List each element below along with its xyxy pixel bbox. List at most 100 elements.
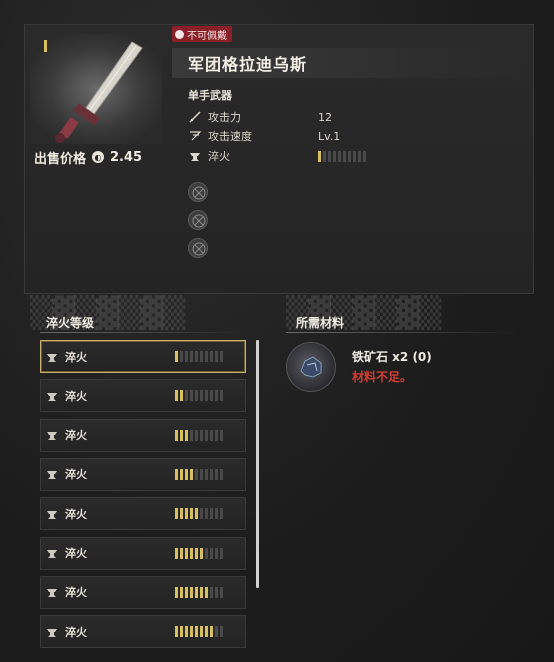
temper-pip [200, 508, 203, 520]
temper-level-bar [175, 468, 223, 480]
temper-row-label: 淬火 [65, 507, 87, 521]
temper-pip [185, 547, 188, 559]
temper-pip [195, 390, 198, 402]
temper-pip [195, 351, 198, 362]
temper-pip [333, 150, 336, 162]
temper-pip [185, 626, 188, 638]
temper-pip [215, 351, 218, 362]
material-name: 铁矿石 x2 (0) [352, 350, 432, 364]
temper-pip [215, 508, 218, 520]
empty-slot-icon[interactable] [188, 182, 208, 202]
warning-icon [175, 29, 184, 39]
temper-pip [185, 468, 188, 480]
temper-pip [215, 626, 218, 638]
temper-pip [318, 150, 321, 162]
temper-pip [190, 429, 193, 441]
temper-pip [175, 586, 178, 598]
sell-price: 出售价格 ◐ 2.45 [24, 144, 176, 170]
temper-pip [353, 150, 356, 162]
temper-pip [185, 586, 188, 598]
temper-pip [180, 390, 183, 402]
temper-pip [215, 468, 218, 480]
temper-pip [185, 390, 188, 402]
anvil-icon [47, 471, 57, 480]
temper-pip [200, 429, 203, 441]
temper-pip [180, 547, 183, 559]
temper-pip [200, 468, 203, 480]
temper-pip [190, 351, 193, 362]
temper-pip [175, 351, 178, 362]
sell-price-value: 2.45 [110, 149, 143, 165]
temper-pip [220, 586, 223, 598]
anvil-icon [47, 628, 57, 637]
temper-level-row[interactable]: 淬火 [40, 457, 246, 491]
temper-pip [343, 150, 346, 162]
temper-pip [363, 150, 366, 162]
temper-pip [190, 586, 193, 598]
scrollbar[interactable] [256, 340, 259, 588]
temper-pip [328, 150, 331, 162]
temper-pip [190, 468, 193, 480]
temper-pip [190, 547, 193, 559]
temper-level-bar [175, 626, 223, 638]
temper-level-row[interactable]: 淬火 [40, 615, 246, 649]
temper-pip [210, 468, 213, 480]
temper-pip [323, 150, 326, 162]
empty-slot-icon[interactable] [188, 210, 208, 230]
temper-pip [220, 508, 223, 520]
temper-pip [180, 626, 183, 638]
temper-level-row[interactable]: 淬火 [40, 340, 246, 373]
temper-level-bar [175, 547, 223, 559]
temper-pip [175, 429, 178, 441]
temper-level-row[interactable]: 淬火 [40, 536, 246, 570]
temper-level-row[interactable]: 淬火 [40, 497, 246, 531]
temper-pip [195, 468, 198, 480]
temper-pip [200, 547, 203, 559]
temper-pip [220, 626, 223, 638]
temper-row-label: 淬火 [65, 586, 87, 600]
temper-level-row[interactable]: 淬火 [40, 379, 246, 413]
temper-pip [200, 351, 203, 362]
temper-pip [205, 429, 208, 441]
temper-pip [205, 390, 208, 402]
temper-pip [205, 508, 208, 520]
temper-row-label: 淬火 [65, 468, 87, 482]
temper-pip [215, 547, 218, 559]
anvil-icon [47, 589, 57, 598]
temper-level-row[interactable]: 淬火 [40, 418, 246, 452]
temper-pip [195, 429, 198, 441]
anvil-icon [47, 353, 57, 362]
badge-label: 不可佩戴 [187, 30, 227, 42]
temper-pip [185, 508, 188, 520]
temper-pip [210, 586, 213, 598]
temper-pip [200, 390, 203, 402]
temper-level-bar [318, 150, 366, 162]
temper-pip [205, 351, 208, 362]
temper-level-bar [175, 351, 223, 362]
temper-pip [195, 547, 198, 559]
temper-pip [190, 626, 193, 638]
temper-level-row[interactable]: 淬火 [40, 575, 246, 609]
anvil-icon [47, 510, 57, 519]
stat-label: 淬火 [208, 150, 230, 163]
temper-pip [220, 351, 223, 362]
section-divider [286, 332, 526, 333]
stat-attack-speed: 攻击速度 Lv.1 [188, 129, 340, 143]
item-name: 军团格拉迪乌斯 [172, 48, 530, 78]
temper-pip [210, 547, 213, 559]
weapon-type: 单手武器 [188, 89, 232, 102]
temper-pip [175, 390, 178, 402]
temper-pip [190, 508, 193, 520]
temper-pip [220, 390, 223, 402]
temper-pip [220, 547, 223, 559]
empty-slot-icon[interactable] [188, 238, 208, 258]
temper-level-bar [175, 429, 223, 441]
anvil-icon [47, 392, 57, 401]
temper-pip [180, 429, 183, 441]
speed-icon [190, 131, 202, 141]
temper-pip [175, 626, 178, 638]
materials-title: 所需材料 [296, 316, 345, 330]
temper-pip [205, 547, 208, 559]
temper-pip [210, 429, 213, 441]
material-status: 材料不足。 [352, 370, 413, 384]
